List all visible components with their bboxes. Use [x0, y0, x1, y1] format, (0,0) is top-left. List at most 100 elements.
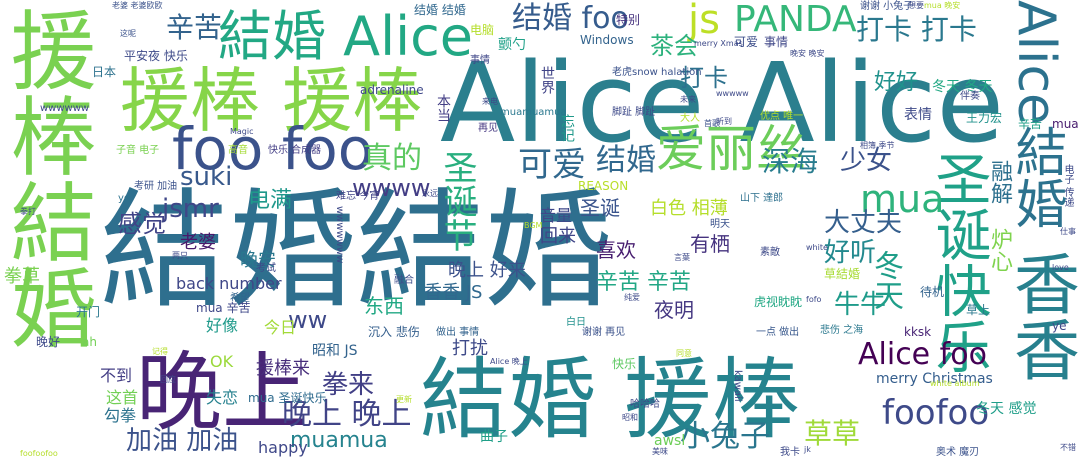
word-tingdao: 听到	[716, 117, 732, 126]
word-jiayou-jiayou: 加油 加油	[126, 426, 239, 456]
word-gengxin: 更新	[396, 395, 412, 404]
word-shilian: 失恋	[206, 388, 239, 407]
word-dazhangfu: 大丈夫	[824, 208, 903, 238]
word-laohu-snow-halation: 老虎snow halation	[612, 67, 702, 78]
word-zuochu-shiqing: 做出 事情	[436, 327, 480, 338]
word-shaonv: 少女	[840, 146, 893, 176]
word-zheshou: 这首	[106, 388, 139, 407]
word-budao: 不到	[100, 366, 133, 385]
word-yamashita-tatsuro: 山下 達郎	[740, 193, 784, 204]
word-daiji: 待机	[920, 285, 945, 299]
word-jiehun-foo: 结婚 foo	[512, 1, 629, 36]
word-quancao: 拳草	[4, 266, 40, 287]
word-zhaohe: 昭和	[622, 413, 638, 422]
word-yidian-zuochu: 一点 做出	[756, 327, 800, 338]
word-xiexie-zaijian: 谢谢 再见	[582, 327, 626, 338]
word-caoshang: 草上	[966, 303, 991, 317]
word-hahaha: 哈哈哈	[630, 399, 660, 410]
word-beishang-zhihai: 悲伤 之海	[820, 325, 864, 336]
word-wwwwww: wwwwww	[40, 103, 90, 114]
word-back-number: back number	[176, 274, 282, 293]
word-daren: 大人	[680, 113, 700, 124]
word-woka: 我卡	[780, 447, 800, 458]
word-gouquan: 勾拳	[104, 406, 137, 425]
word-caojiehun: 草結婚	[824, 267, 861, 281]
word-chanshao: 颤勺	[498, 37, 526, 53]
word-cloud: 結婚結婚 Alice Alice 援棒結婚 援棒 援棒 結婚 援棒 結婚 Ali…	[0, 0, 1080, 463]
word-bairi: 白日	[566, 317, 586, 328]
word-wanhao: 晚好	[36, 335, 61, 349]
word-dongtian-ganjue: 冬天 感觉	[976, 401, 1037, 417]
word-ronghe: 融合	[394, 275, 414, 286]
word-dianman: 电满	[248, 188, 293, 213]
word-muamuamua: muamuamua	[500, 107, 567, 118]
word-gaoyin: 高音	[228, 145, 248, 156]
word-dianzi-chuandi: 电子 传递	[1062, 164, 1073, 208]
word-yeming: 夜明	[654, 298, 694, 322]
word-foofoo: foofoo	[882, 393, 990, 433]
word-jk: jk	[804, 445, 811, 454]
word-xinku-right: 辛苦	[1018, 117, 1043, 131]
word-shiqing-small: 事情	[470, 55, 490, 66]
word-aoshu-moren: 奥术 魔刃	[936, 447, 980, 458]
word-laopo-laopo: 老婆 老婆欧欧	[112, 1, 163, 10]
word-kuaile-hechengqi: 快乐 合成器	[268, 145, 322, 156]
word-bucuo: 不错	[1060, 443, 1076, 452]
word-tebie: 特别	[616, 13, 641, 27]
word-darao: 打扰	[452, 338, 488, 359]
word-wanglihong: 王力宏	[966, 111, 1003, 125]
word-xiaotuzi: 小兔子	[680, 419, 770, 454]
word-youdian-weiyi: 优点 唯一	[760, 111, 804, 122]
word-white: white	[806, 243, 828, 252]
word-chunai: 纯爱	[624, 293, 640, 302]
word-alice-foo: Alice foo	[858, 337, 987, 372]
word-kaoshi: 考试	[256, 263, 276, 274]
word-sudi: 素敵	[760, 247, 780, 258]
word-wwwwwww-vertical: wwwwwww	[334, 206, 345, 264]
word-shengdan: 圣诞	[580, 196, 620, 220]
word-jsmr: jsmr	[162, 194, 219, 224]
word-baise-xiangbo: 白色 相薄	[650, 198, 728, 219]
word-quanlai: 拳来	[322, 370, 375, 400]
word-dongtian-vertical: 冬天	[868, 250, 903, 310]
word-shengdanjie-vertical: 圣诞节	[437, 150, 477, 252]
word-pinganye-kuaile: 平安夜 快乐	[124, 49, 188, 63]
word-mua-right: mua	[1052, 117, 1079, 131]
word-mua-wanan: mua 晚安	[924, 1, 961, 10]
word-ah: ah	[82, 335, 97, 349]
word-kaimen: 开门	[76, 305, 101, 319]
word-shenhai: 深海	[762, 145, 819, 178]
word-jiehun-jiehun-small: 结婚 结婚	[414, 3, 466, 17]
word-quanda: 拳打	[20, 207, 36, 216]
word-diannao: 电脑	[470, 23, 495, 37]
word-yuanbanglai: 援棒来	[256, 358, 310, 379]
word-zaijian: 再见	[478, 123, 498, 134]
word-jiehun-alice: 結婚 Alice	[218, 5, 474, 68]
word-xinku: 辛苦	[166, 11, 223, 44]
word-happy: happy	[258, 438, 308, 457]
word-riben: 日本	[92, 65, 117, 79]
word-daka-daka: 打卡 打卡	[856, 13, 977, 46]
word-ye: ye	[1052, 319, 1067, 333]
word-chenru-beishang: 沉入 悲伤	[368, 325, 420, 339]
word-foofoofoo: foofoofoo	[20, 449, 58, 458]
word-jinri: 今日	[264, 318, 297, 337]
word-yinliang: 音量	[540, 206, 573, 225]
word-huilai: 回来	[540, 226, 576, 247]
word-alice-jiehun-vertical: Alice結婚	[1006, 0, 1066, 230]
word-alice-wanshang: Alice 晚上	[490, 357, 528, 366]
word-jide: 记得	[152, 347, 168, 356]
word-yanye: 言葉	[674, 253, 690, 262]
word-ganjue: 感觉	[118, 210, 166, 238]
word-biaoqing: 表情	[904, 107, 932, 123]
word-jiehun-small: 结婚	[596, 143, 656, 178]
word-bendang: 本当	[435, 94, 451, 122]
word-adrenaline: adrenaline	[360, 83, 424, 97]
word-xiangyao: 想要	[908, 1, 924, 10]
word-kksk: kksk	[904, 325, 932, 339]
word-shiqing: 事情	[764, 35, 789, 49]
word-zhene: 这呢	[120, 29, 136, 38]
word-yongyuan: 永远	[422, 189, 438, 198]
word-love: love	[1052, 263, 1069, 272]
word-magic: Magic	[230, 127, 254, 136]
